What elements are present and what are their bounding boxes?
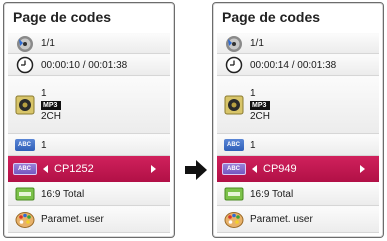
clock-icon	[8, 55, 41, 75]
subtitle-abc-icon: ABC	[223, 139, 244, 151]
picture-mode-row[interactable]: Paramet. user	[8, 206, 170, 233]
aspect-row[interactable]: 16:9 Total	[217, 182, 379, 206]
chevron-left-icon[interactable]	[252, 165, 257, 173]
disc-icon	[8, 34, 41, 53]
subtitle-row[interactable]: ABC 1	[8, 134, 170, 156]
code-page-icon: ABC	[221, 163, 246, 175]
audio-info: 1 MP3 2CH	[250, 88, 270, 123]
subtitle-row[interactable]: ABC 1	[217, 134, 379, 156]
aspect-value: 16:9 Total	[250, 188, 294, 200]
title-value: 1/1	[250, 38, 264, 49]
arrow-right-icon	[185, 160, 207, 180]
code-page-panel-after: Page de codes 1/1 00:00:14 / 00:01:38 1 …	[212, 2, 384, 238]
time-value: 00:00:14 / 00:01:38	[250, 59, 337, 71]
audio-row[interactable]: 1 MP3 2CH	[8, 76, 170, 134]
disc-icon	[217, 34, 250, 53]
audio-row[interactable]: 1 MP3 2CH	[217, 76, 379, 134]
audio-track: 1	[250, 87, 256, 99]
palette-icon	[8, 207, 41, 232]
code-page-row-selected[interactable]: ABC CP949	[217, 156, 379, 182]
subtitle-abc-icon: ABC	[14, 139, 35, 151]
audio-format-badge: MP3	[41, 100, 61, 110]
title-row[interactable]: 1/1	[217, 33, 379, 54]
time-value: 00:00:10 / 00:01:38	[41, 59, 128, 71]
palette-icon	[217, 207, 250, 232]
audio-track: 1	[41, 87, 47, 99]
chevron-left-icon[interactable]	[43, 165, 48, 173]
subtitle-value: 1	[41, 139, 47, 151]
panel-title: Page de codes	[13, 9, 112, 25]
code-page-icon: ABC	[12, 163, 37, 175]
aspect-row[interactable]: 16:9 Total	[8, 182, 170, 206]
aspect-ratio-icon	[217, 183, 250, 205]
aspect-value: 16:9 Total	[41, 188, 85, 200]
settings-list: 1/1 00:00:14 / 00:01:38 1 MP3 2CH ABC 1 …	[217, 33, 379, 235]
code-page-value: CP1252	[54, 163, 94, 175]
speaker-icon	[217, 77, 250, 133]
time-row[interactable]: 00:00:10 / 00:01:38	[8, 54, 170, 76]
picture-mode-value: Paramet. user	[250, 214, 313, 225]
audio-info: 1 MP3 2CH	[41, 88, 61, 123]
audio-channels: 2CH	[250, 110, 271, 122]
picture-mode-value: Paramet. user	[41, 214, 104, 225]
audio-channels: 2CH	[41, 110, 62, 122]
code-page-row-selected[interactable]: ABC CP1252	[8, 156, 170, 182]
subtitle-value: 1	[250, 139, 256, 151]
chevron-right-icon[interactable]	[151, 165, 156, 173]
title-value: 1/1	[41, 38, 55, 49]
audio-format-badge: MP3	[250, 100, 270, 110]
picture-mode-row[interactable]: Paramet. user	[217, 206, 379, 233]
panel-title: Page de codes	[222, 9, 321, 25]
time-row[interactable]: 00:00:14 / 00:01:38	[217, 54, 379, 76]
settings-list: 1/1 00:00:10 / 00:01:38 1 MP3 2CH ABC 1 …	[8, 33, 170, 235]
chevron-right-icon[interactable]	[360, 165, 365, 173]
code-page-panel-before: Page de codes 1/1 00:00:10 / 00:01:38 1 …	[3, 2, 175, 238]
aspect-ratio-icon	[8, 183, 41, 205]
title-row[interactable]: 1/1	[8, 33, 170, 54]
clock-icon	[217, 55, 250, 75]
speaker-icon	[8, 77, 41, 133]
code-page-value: CP949	[263, 163, 297, 175]
